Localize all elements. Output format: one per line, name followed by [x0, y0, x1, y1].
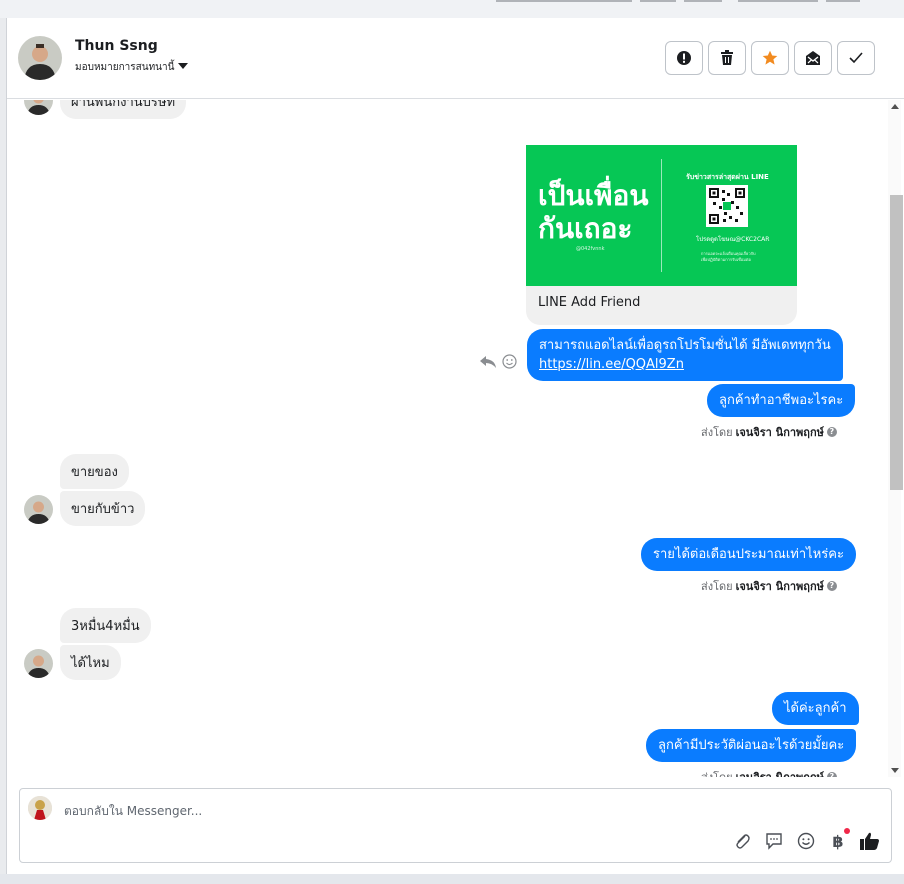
sent-by-prefix: ส่งโดย — [701, 426, 733, 439]
reply-icon[interactable] — [480, 354, 496, 373]
help-icon[interactable]: ? — [826, 772, 837, 777]
card-headline-line1: เป็นเพื่อน — [538, 179, 649, 212]
incoming-message: ขายกับข้าว — [60, 491, 146, 526]
header-actions — [665, 41, 875, 75]
outgoing-message-text: สามารถแอดไลน์เพื่อดูรถโปรโมชั่นได้ มีอัพ… — [539, 338, 831, 353]
message-scrollbar[interactable] — [888, 100, 903, 777]
line-add-friend-image: เป็นเพื่อน กันเถอะ @042fvnnk รับข่าวสารล… — [526, 145, 797, 286]
notification-dot — [844, 828, 850, 834]
contact-avatar[interactable] — [18, 36, 62, 80]
sent-by-label: ส่งโดย เจนจิรา นิกาพฤกษ์ ? — [701, 423, 837, 441]
browser-top-strip — [0, 0, 904, 18]
baht-glyph: ฿ — [832, 831, 844, 851]
incoming-message: ได้ไหม — [60, 645, 121, 680]
attachment-icon[interactable] — [732, 831, 752, 851]
assign-label: มอบหมายการสนทนานี้ — [75, 62, 175, 73]
incoming-message: ผ่านพนักงานบริษัท — [60, 100, 187, 119]
link-preview-card[interactable]: เป็นเพื่อน กันเถอะ @042fvnnk รับข่าวสารล… — [526, 145, 797, 325]
react-icon[interactable] — [502, 354, 517, 373]
card-caption: LINE Add Friend — [538, 295, 641, 310]
mark-unread-button[interactable] — [794, 41, 832, 75]
saved-reply-icon[interactable] — [764, 831, 784, 851]
bottom-strip — [0, 874, 904, 884]
emoji-icon[interactable] — [796, 831, 816, 851]
sender-name[interactable]: เจนจิรา นิกาพฤกษ์ — [736, 577, 824, 595]
scroll-up-icon[interactable] — [891, 104, 899, 109]
scrollbar-thumb[interactable] — [890, 195, 903, 490]
sent-by-label: ส่งโดย เจนจิรา นิกาพฤกษ์ ? — [701, 768, 837, 777]
top-tab — [826, 0, 860, 2]
help-icon[interactable]: ? — [826, 427, 837, 437]
card-qr-note: เพื่อปฏิบัติตามการรับเชื่อมต่อ — [701, 257, 751, 262]
top-tab — [738, 0, 818, 2]
contact-avatar-small — [24, 495, 53, 524]
card-headline: เป็นเพื่อน กันเถอะ — [538, 179, 648, 245]
contact-name[interactable]: Thun Ssng — [75, 38, 158, 54]
caret-down-icon — [178, 62, 189, 73]
card-headline-line2: กันเถอะ — [538, 212, 633, 245]
trash-icon — [721, 50, 733, 65]
delete-button[interactable] — [708, 41, 746, 75]
card-line-id: @042fvnnk — [576, 246, 605, 252]
scroll-down-icon[interactable] — [891, 768, 899, 773]
outgoing-message: ลูกค้ามีประวัติผ่อนอะไรด้วยมั้ยคะ — [646, 729, 857, 762]
incoming-message: ขายของ — [60, 454, 129, 489]
done-button[interactable] — [837, 41, 875, 75]
top-tab — [684, 0, 722, 2]
check-icon — [849, 52, 863, 64]
composer-tools: ฿ — [732, 828, 880, 851]
page-avatar — [28, 796, 52, 820]
sent-by-prefix: ส่งโดย — [701, 768, 733, 777]
message-actions — [480, 354, 517, 373]
sender-name[interactable]: เจนจิรา นิกาพฤกษ์ — [736, 423, 824, 441]
card-qr-id: โปรดดูดโฆษณ@CKC2CAR — [696, 236, 770, 243]
assign-conversation-dropdown[interactable]: มอบหมายการสนทนานี้ — [75, 60, 189, 75]
message-link[interactable]: https://lin.ee/QQAl9Zn — [539, 357, 684, 372]
conversation-panel: Thun Ssng มอบหมายการสนทนานี้ ผ่านพนักงาน… — [6, 18, 904, 874]
outgoing-message: รายได้ต่อเดือนประมาณเท่าไหร่คะ — [641, 538, 856, 571]
incoming-message: 3หมื่น4หมื่น — [60, 608, 151, 643]
help-icon[interactable]: ? — [826, 581, 837, 591]
message-list: ผ่านพนักงานบริษัท เป็นเพื่อน กันเถอะ @04… — [7, 100, 887, 777]
sent-by-prefix: ส่งโดย — [701, 580, 733, 593]
qr-code-icon — [706, 185, 748, 227]
card-divider — [661, 159, 662, 272]
top-tab — [640, 0, 676, 2]
top-tab — [496, 0, 632, 2]
card-qr-title: รับข่าวสารล่าสุดผ่าน LINE — [686, 173, 769, 181]
payment-icon[interactable]: ฿ — [828, 828, 850, 851]
like-icon[interactable] — [860, 831, 880, 851]
spam-button[interactable] — [665, 41, 703, 75]
mark-unread-icon — [806, 51, 820, 65]
reply-input[interactable]: ตอบกลับใน Messenger... — [64, 802, 202, 821]
sender-name[interactable]: เจนจิรา นิกาพฤกษ์ — [736, 768, 824, 777]
star-icon — [762, 50, 778, 65]
star-button[interactable] — [751, 41, 789, 75]
contact-avatar-small — [24, 649, 53, 678]
conversation-header: Thun Ssng มอบหมายการสนทนานี้ — [7, 18, 904, 99]
reply-composer[interactable]: ตอบกลับใน Messenger... ฿ — [19, 788, 892, 863]
outgoing-message: ได้ค่ะลูกค้า — [772, 692, 859, 725]
outgoing-message: สามารถแอดไลน์เพื่อดูรถโปรโมชั่นได้ มีอัพ… — [527, 329, 843, 381]
alert-icon — [677, 51, 691, 65]
contact-avatar-small — [24, 100, 53, 115]
outgoing-message: ลูกค้าทำอาชีพอะไรคะ — [707, 384, 856, 417]
sent-by-label: ส่งโดย เจนจิรา นิกาพฤกษ์ ? — [701, 577, 837, 595]
